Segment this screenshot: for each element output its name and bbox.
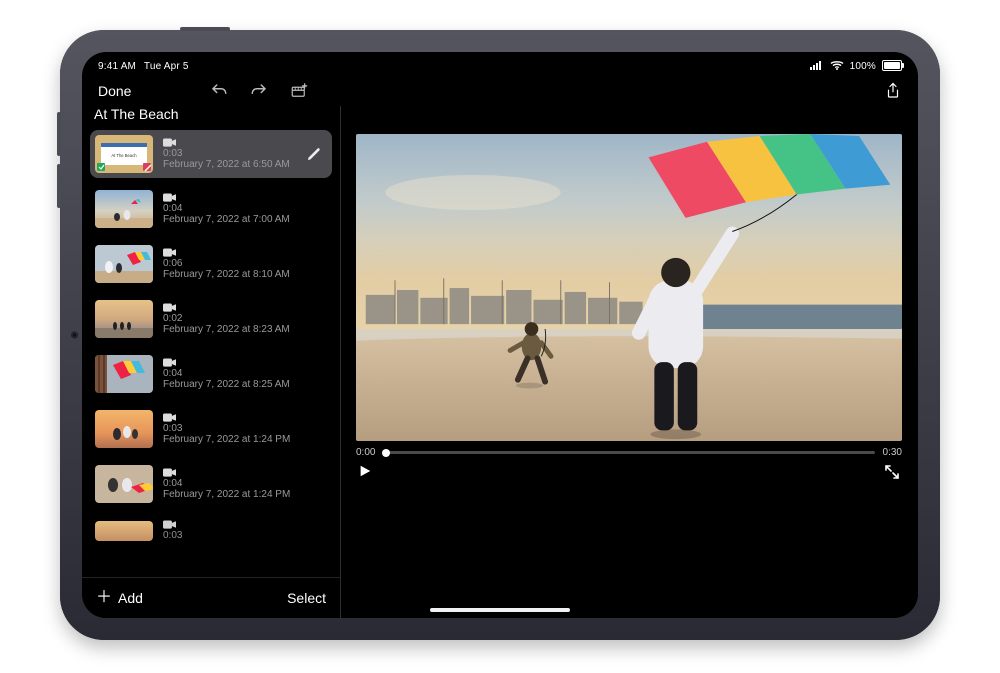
clip-timestamp: February 7, 2022 at 8:10 AM [163,269,327,280]
clip-thumbnail [95,300,153,338]
current-time: 0:00 [356,447,375,458]
sidebar: At The Beach At The Beach 0:03 February … [82,106,340,618]
plus-icon: ＋ [96,590,112,606]
done-button[interactable]: Done [98,83,131,99]
battery-icon [882,60,902,71]
video-icon [163,468,176,477]
clip-duration: 0:06 [163,258,327,269]
clip-duration: 0:03 [163,148,327,159]
top-toolbar: Done [82,76,918,106]
clip-timestamp: February 7, 2022 at 1:24 PM [163,489,327,500]
play-icon[interactable] [358,464,374,480]
clip-duration: 0:04 [163,368,327,379]
home-indicator[interactable] [430,608,570,612]
screen: 9:41 AM Tue Apr 5 100% Done [82,52,918,618]
add-label: Add [118,590,143,606]
clip-item[interactable]: At The Beach 0:03 February 7, 2022 at 6:… [90,130,332,178]
clip-thumbnail [95,465,153,503]
status-time: 9:41 AM [98,61,136,72]
battery-percentage: 100% [850,61,876,72]
preview-panel: 0:00 0:30 [340,106,918,618]
video-preview[interactable] [356,134,902,441]
video-icon [163,248,176,257]
main-area: At The Beach At The Beach 0:03 February … [82,106,918,618]
clip-timestamp: February 7, 2022 at 1:24 PM [163,434,327,445]
status-bar: 9:41 AM Tue Apr 5 100% [82,52,918,76]
video-icon [163,193,176,202]
video-icon [163,413,176,422]
clip-thumbnail: At The Beach [95,135,153,173]
clip-item[interactable]: 0:04 February 7, 2022 at 1:24 PM [90,460,332,508]
clip-item[interactable]: 0:04 February 7, 2022 at 7:00 AM [90,185,332,233]
scrubber[interactable]: 0:00 0:30 [356,447,902,458]
wifi-icon [830,60,844,73]
svg-text:At The Beach: At The Beach [111,153,137,158]
fullscreen-icon[interactable] [884,464,900,480]
clip-duration: 0:03 [163,530,327,541]
scrubber-track[interactable] [383,451,874,454]
power-button [180,27,230,31]
front-camera [71,332,78,339]
clip-timestamp: February 7, 2022 at 8:25 AM [163,379,327,390]
video-icon [163,520,176,529]
clip-thumbnail [95,521,153,541]
share-icon[interactable] [884,82,902,100]
volume-buttons [57,112,61,156]
clip-timestamp: February 7, 2022 at 8:23 AM [163,324,327,335]
transport-bar [356,464,902,480]
video-icon [163,303,176,312]
storyboard-add-icon[interactable] [290,82,308,100]
clip-thumbnail [95,190,153,228]
signal-icon [810,60,824,73]
clip-thumbnail [95,245,153,283]
clip-item[interactable]: 0:04 February 7, 2022 at 8:25 AM [90,350,332,398]
ipad-device-frame: 9:41 AM Tue Apr 5 100% Done [60,30,940,640]
clip-item[interactable]: 0:06 February 7, 2022 at 8:10 AM [90,240,332,288]
clip-duration: 0:04 [163,478,327,489]
clip-timestamp: February 7, 2022 at 7:00 AM [163,214,327,225]
redo-icon[interactable] [250,82,268,100]
status-date: Tue Apr 5 [144,61,189,72]
undo-icon[interactable] [210,82,228,100]
clip-duration: 0:02 [163,313,327,324]
add-button[interactable]: ＋ Add [96,590,143,606]
clip-duration: 0:04 [163,203,327,214]
video-icon [163,358,176,367]
clip-thumbnail [95,410,153,448]
edit-pencil-icon[interactable] [306,146,322,162]
video-icon [163,138,176,147]
clip-list[interactable]: At The Beach 0:03 February 7, 2022 at 6:… [82,130,340,595]
clip-duration: 0:03 [163,423,327,434]
total-time: 0:30 [883,447,902,458]
clip-item[interactable]: 0:03 [90,515,332,546]
select-button[interactable]: Select [287,590,326,606]
clip-timestamp: February 7, 2022 at 6:50 AM [163,159,327,170]
sidebar-footer: ＋ Add Select [82,577,340,618]
clip-thumbnail [95,355,153,393]
clip-item[interactable]: 0:03 February 7, 2022 at 1:24 PM [90,405,332,453]
playhead[interactable] [382,449,390,457]
clip-item[interactable]: 0:02 February 7, 2022 at 8:23 AM [90,295,332,343]
project-title: At The Beach [82,106,340,130]
